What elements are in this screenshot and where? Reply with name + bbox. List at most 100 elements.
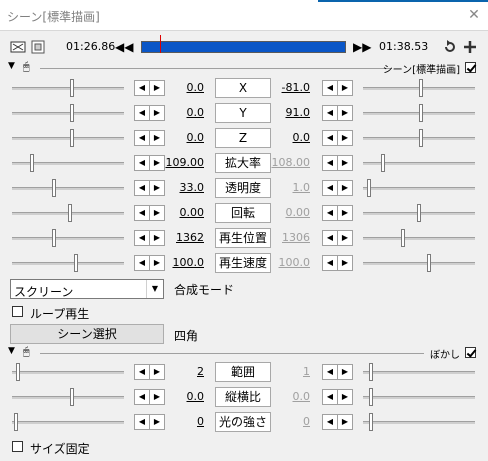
decrement-arrow-icon[interactable]: ◀ (322, 389, 338, 405)
end-slider[interactable] (363, 388, 475, 406)
param-label-button[interactable]: 拡大率 (215, 153, 271, 173)
collapse-triangle-icon[interactable]: ▼ (8, 346, 15, 356)
increment-arrow-icon[interactable]: ▶ (337, 155, 353, 171)
start-value[interactable]: 0 (164, 415, 204, 428)
start-value[interactable]: 0.00 (164, 206, 205, 219)
start-value[interactable]: 100.0 (164, 256, 205, 269)
decrement-arrow-icon[interactable]: ◀ (322, 255, 338, 271)
start-slider[interactable] (12, 413, 124, 431)
decrement-arrow-icon[interactable]: ◀ (322, 230, 338, 246)
increment-arrow-icon[interactable]: ▶ (149, 230, 165, 246)
increment-arrow-icon[interactable]: ▶ (337, 255, 353, 271)
increment-arrow-icon[interactable]: ▶ (337, 180, 353, 196)
start-value[interactable]: 109.00 (164, 156, 205, 169)
end-value[interactable]: 91.0 (270, 106, 311, 119)
increment-arrow-icon[interactable]: ▶ (337, 414, 353, 430)
slider-thumb[interactable] (70, 129, 74, 147)
start-slider[interactable] (12, 254, 124, 272)
timeline-bar[interactable] (141, 35, 346, 53)
end-slider[interactable] (363, 204, 475, 222)
increment-arrow-icon[interactable]: ▶ (149, 205, 165, 221)
decrement-arrow-icon[interactable]: ◀ (322, 130, 338, 146)
decrement-arrow-icon[interactable]: ◀ (134, 180, 150, 196)
slider-thumb[interactable] (68, 204, 72, 222)
increment-arrow-icon[interactable]: ▶ (337, 105, 353, 121)
end-value[interactable]: 0 (270, 415, 310, 428)
start-slider[interactable] (12, 229, 124, 247)
end-slider[interactable] (363, 79, 475, 97)
start-slider[interactable] (12, 154, 124, 172)
start-slider[interactable] (12, 104, 124, 122)
collapse-triangle-icon[interactable]: ▼ (8, 61, 15, 71)
increment-arrow-icon[interactable]: ▶ (337, 364, 353, 380)
end-slider[interactable] (363, 363, 475, 381)
size-fixed-checkbox[interactable] (12, 441, 23, 452)
slider-thumb[interactable] (369, 363, 373, 381)
decrement-arrow-icon[interactable]: ◀ (322, 205, 338, 221)
end-value[interactable]: 1 (270, 365, 310, 378)
param-label-button[interactable]: 範囲 (215, 362, 271, 382)
param-label-button[interactable]: Z (215, 128, 271, 148)
end-value[interactable]: 0.00 (270, 206, 311, 219)
frame-icon[interactable] (30, 39, 46, 55)
slider-thumb[interactable] (52, 229, 56, 247)
param-label-button[interactable]: 回転 (215, 203, 271, 223)
start-value[interactable]: 0.0 (164, 106, 205, 119)
decrement-arrow-icon[interactable]: ◀ (134, 130, 150, 146)
section-enable-checkbox[interactable] (465, 62, 476, 73)
end-slider[interactable] (363, 254, 475, 272)
increment-arrow-icon[interactable]: ▶ (337, 205, 353, 221)
increment-arrow-icon[interactable]: ▶ (149, 180, 165, 196)
param-label-button[interactable]: 再生位置 (215, 228, 271, 248)
end-value[interactable]: 100.0 (270, 256, 311, 269)
slider-thumb[interactable] (369, 413, 373, 431)
slider-thumb[interactable] (70, 79, 74, 97)
slider-thumb[interactable] (401, 229, 405, 247)
start-value[interactable]: 0.0 (164, 131, 205, 144)
increment-arrow-icon[interactable]: ▶ (337, 80, 353, 96)
end-value[interactable]: 0.0 (270, 390, 311, 403)
end-value[interactable]: -81.0 (270, 81, 310, 94)
increment-arrow-icon[interactable]: ▶ (149, 130, 165, 146)
end-slider[interactable] (363, 154, 475, 172)
decrement-arrow-icon[interactable]: ◀ (134, 230, 150, 246)
decrement-arrow-icon[interactable]: ◀ (134, 389, 150, 405)
slider-thumb[interactable] (369, 388, 373, 406)
decrement-arrow-icon[interactable]: ◀ (134, 364, 150, 380)
slider-thumb[interactable] (30, 154, 34, 172)
end-value[interactable]: 108.00 (270, 156, 311, 169)
playhead-marker[interactable] (160, 35, 161, 53)
start-slider[interactable] (12, 204, 124, 222)
end-value[interactable]: 0.0 (270, 131, 311, 144)
end-slider[interactable] (363, 229, 475, 247)
increment-arrow-icon[interactable]: ▶ (337, 130, 353, 146)
section-enable-checkbox[interactable] (465, 347, 476, 358)
next-keyframe-icon[interactable]: ▶▶ (353, 39, 371, 55)
slider-thumb[interactable] (52, 179, 56, 197)
decrement-arrow-icon[interactable]: ◀ (322, 80, 338, 96)
end-value[interactable]: 1306 (270, 231, 310, 244)
blend-mode-select[interactable]: スクリーン ▼ (10, 279, 164, 299)
start-value[interactable]: 1362 (164, 231, 204, 244)
slider-thumb[interactable] (14, 413, 18, 431)
slider-thumb[interactable] (419, 104, 423, 122)
add-icon[interactable] (462, 39, 478, 55)
start-slider[interactable] (12, 79, 124, 97)
increment-arrow-icon[interactable]: ▶ (149, 105, 165, 121)
slider-thumb[interactable] (417, 204, 421, 222)
decrement-arrow-icon[interactable]: ◀ (134, 155, 150, 171)
increment-arrow-icon[interactable]: ▶ (149, 414, 165, 430)
slider-thumb[interactable] (419, 79, 423, 97)
slider-thumb[interactable] (16, 363, 20, 381)
end-slider[interactable] (363, 179, 475, 197)
end-slider[interactable] (363, 413, 475, 431)
loop-checkbox[interactable] (12, 306, 23, 317)
param-label-button[interactable]: 透明度 (215, 178, 271, 198)
end-slider[interactable] (363, 129, 475, 147)
decrement-arrow-icon[interactable]: ◀ (322, 414, 338, 430)
increment-arrow-icon[interactable]: ▶ (337, 389, 353, 405)
param-label-button[interactable]: X (215, 78, 271, 98)
start-slider[interactable] (12, 388, 124, 406)
slider-thumb[interactable] (70, 104, 74, 122)
decrement-arrow-icon[interactable]: ◀ (322, 105, 338, 121)
